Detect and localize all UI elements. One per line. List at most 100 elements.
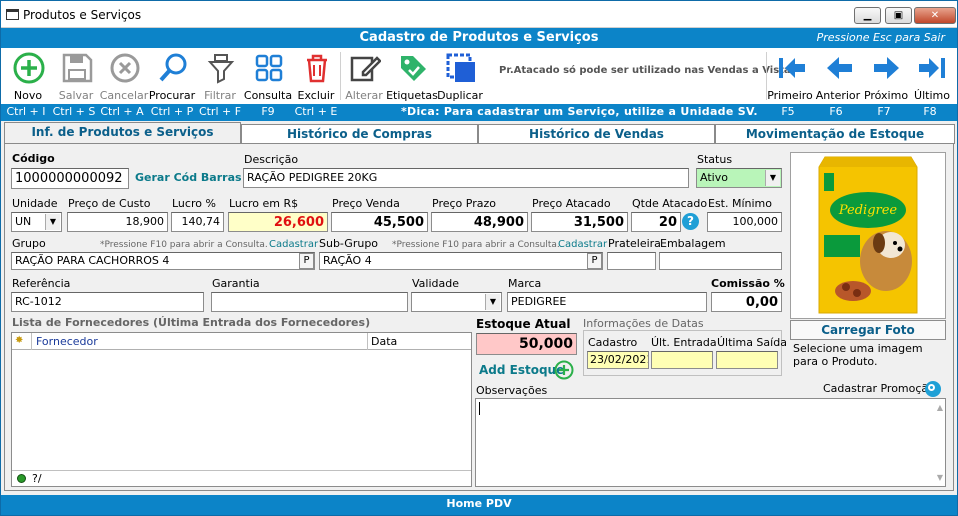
add-circle-icon[interactable] [554, 360, 574, 380]
shortcut-bar: Ctrl + I Ctrl + S Ctrl + A Ctrl + P Ctrl… [1, 104, 957, 121]
est-minimo-label: Est. Mínimo [708, 197, 773, 210]
excluir-button[interactable]: Excluir [292, 48, 340, 104]
ult-saida-field[interactable] [716, 351, 778, 369]
salvar-button[interactable]: Salvar [52, 48, 100, 104]
preco-venda-field[interactable]: 45,500 [331, 212, 428, 232]
tab-historico-compras[interactable]: Histórico de Compras [241, 124, 478, 144]
lucro-rs-field[interactable]: 26,600 [228, 212, 328, 232]
text-cursor [479, 402, 480, 415]
add-estoque-link[interactable]: Add Estoque [479, 363, 564, 377]
status-bar: Home PDV [1, 495, 957, 515]
info-datas-label: Informações de Datas [583, 317, 704, 330]
ult-entrada-field[interactable] [651, 351, 713, 369]
fornecedores-grid[interactable]: ✸ Fornecedor Data ?/ [11, 332, 472, 487]
ult-saida-label: Última Saída [717, 336, 787, 349]
unidade-select[interactable]: UN ▼ [11, 212, 62, 232]
garantia-field[interactable] [211, 292, 408, 312]
grid-divider [31, 333, 32, 350]
cancelar-button[interactable]: Cancelar [100, 48, 148, 104]
preco-custo-field[interactable]: 18,900 [67, 212, 168, 232]
fornecedor-column[interactable]: Fornecedor [36, 335, 98, 348]
status-select[interactable]: Ativo ▼ [696, 168, 782, 188]
preco-atacado-field[interactable]: 31,500 [531, 212, 628, 232]
cadastrar-promocao-link[interactable]: Cadastrar Promoção [823, 382, 935, 395]
tab-inf-produtos[interactable]: Inf. de Produtos e Serviços [4, 122, 241, 144]
data-column[interactable]: Data [371, 335, 397, 348]
preco-prazo-field[interactable]: 48,900 [431, 212, 528, 232]
comissao-field[interactable]: 0,00 [711, 292, 782, 312]
maximize-button[interactable]: ▣ [885, 7, 912, 24]
close-button[interactable]: ✕ [914, 7, 956, 24]
scroll-down-icon[interactable]: ▼ [937, 473, 943, 482]
qtde-atacado-field[interactable]: 20 [631, 212, 681, 232]
scroll-up-icon[interactable]: ▲ [937, 403, 943, 412]
cadastro-field[interactable]: 23/02/2021 [587, 351, 649, 369]
subgrupo-cadastrar-link[interactable]: Cadastrar [558, 239, 607, 250]
subgrupo-label: Sub-Grupo [319, 237, 379, 250]
proximo-button[interactable]: Próximo [862, 48, 910, 104]
grupo-field[interactable]: RAÇÃO PARA CACHORROS 4 [11, 252, 315, 270]
unidade-value: UN [15, 215, 32, 228]
key-filtrar: Ctrl + F [198, 105, 242, 118]
validade-select[interactable]: ▼ [411, 292, 502, 312]
status-label: Status [697, 153, 733, 166]
status-dot-icon [17, 474, 26, 483]
tab-historico-vendas[interactable]: Histórico de Vendas [478, 124, 715, 144]
save-icon [62, 53, 93, 83]
duplicate-icon [446, 53, 475, 82]
grupo-search-button[interactable]: P [299, 253, 314, 269]
est-minimo-field[interactable]: 100,000 [707, 212, 782, 232]
anterior-button[interactable]: Anterior [814, 48, 862, 104]
search-icon-lens [928, 384, 935, 391]
dica-text: *Dica: Para cadastrar um Serviço, utiliz… [401, 105, 758, 118]
chevron-down-icon[interactable]: ▼ [485, 294, 500, 310]
preco-prazo-label: Preço Prazo [432, 197, 496, 210]
chevron-down-icon[interactable]: ▼ [45, 214, 60, 230]
prateleira-field[interactable] [607, 252, 656, 270]
product-image: Pedigree [791, 153, 945, 318]
grupo-cadastrar-link[interactable]: Cadastrar [269, 239, 318, 250]
estoque-label: Estoque Atual [476, 317, 571, 331]
subgrupo-field[interactable]: RAÇÃO 4 [319, 252, 603, 270]
key-novo: Ctrl + I [6, 105, 46, 118]
grid-divider [367, 333, 368, 350]
chevron-down-icon[interactable]: ▼ [765, 170, 780, 186]
duplicar-button[interactable]: Duplicar [436, 48, 484, 104]
grupo-hint: *Pressione F10 para abrir a Consulta. [100, 240, 268, 250]
grid-icon [255, 54, 283, 82]
search-icon [159, 53, 187, 82]
cancel-icon [110, 53, 140, 83]
carregar-foto-button[interactable]: Carregar Foto [790, 320, 946, 340]
columns-icon[interactable]: ✸ [15, 335, 23, 346]
marca-field[interactable]: PEDIGREE [507, 292, 707, 312]
primeiro-button[interactable]: Primeiro [766, 48, 814, 104]
referencia-field[interactable]: RC-1012 [11, 292, 204, 312]
ultimo-button[interactable]: Último [908, 48, 956, 104]
photo-brand-text: Pedigree [838, 203, 898, 218]
subgrupo-search-button[interactable]: P [587, 253, 602, 269]
consulta-button[interactable]: Consulta [244, 48, 292, 104]
help-icon[interactable]: ? [682, 213, 699, 230]
key-procurar: Ctrl + P [150, 105, 194, 118]
search-icon[interactable] [925, 381, 941, 397]
garantia-label: Garantia [212, 277, 260, 290]
prateleira-label: Prateleira [608, 237, 661, 250]
codigo-field[interactable]: 1000000000092 [11, 168, 129, 189]
procurar-button[interactable]: Procurar [148, 48, 196, 104]
descricao-field[interactable]: RAÇÃO PEDIGREE 20KG [243, 168, 689, 188]
etiquetas-button[interactable]: Etiquetas [386, 48, 438, 104]
filtrar-button[interactable]: Filtrar [196, 48, 244, 104]
fornecedores-label: Lista de Fornecedores (Última Entrada do… [12, 316, 371, 329]
novo-button[interactable]: Novo [4, 48, 52, 104]
minimize-button[interactable]: ▁ [854, 7, 881, 24]
form-header: Cadastro de Produtos e Serviços Pression… [1, 28, 957, 48]
tab-movimentacao-estoque[interactable]: Movimentação de Estoque [715, 124, 955, 144]
atacado-hint: Pr.Atacado só pode ser utilizado nas Ven… [499, 65, 795, 76]
gerar-cod-barras-link[interactable]: Gerar Cód Barras [135, 171, 242, 184]
trash-icon [307, 54, 327, 83]
alterar-button[interactable]: Alterar [340, 48, 388, 104]
observacoes-field[interactable]: ▲ ▼ [475, 398, 946, 487]
estoque-field[interactable]: 50,000 [476, 333, 577, 355]
embalagem-field[interactable] [659, 252, 782, 270]
lucro-pct-field[interactable]: 140,74 [171, 212, 224, 232]
